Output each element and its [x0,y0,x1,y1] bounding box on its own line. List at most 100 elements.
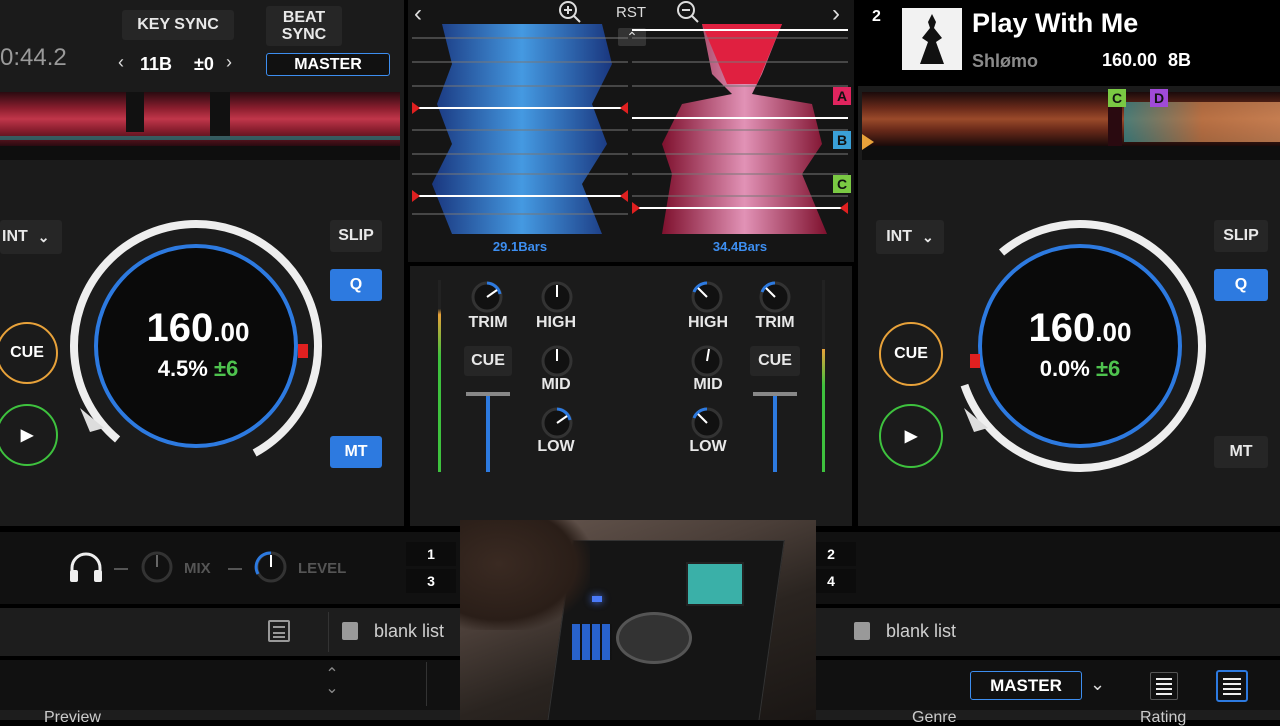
browser-master-button[interactable]: MASTER [970,671,1082,700]
level-label: LEVEL [298,560,347,577]
controller-led [592,596,602,602]
left-high-knob[interactable] [540,280,574,314]
right-int-button[interactable]: INT ⌄ [876,220,944,254]
left-mt-button[interactable]: MT [330,436,382,468]
hotcue-marker-b[interactable]: B [833,131,851,149]
left-mid-knob[interactable] [540,344,574,378]
left-bpm-decimal: .00 [213,317,250,347]
right-fader-cap [753,392,797,396]
zoom-in-icon[interactable] [558,0,582,24]
left-bpm-main: 160 [146,306,214,350]
left-waveform-gap-2 [210,92,230,136]
master-button-left[interactable]: MASTER [266,53,390,76]
left-trim-knob[interactable] [470,280,504,314]
right-high-knob[interactable] [690,280,724,314]
list-view-icon[interactable] [1150,672,1178,700]
hotcue-marker-a[interactable]: A [833,87,851,105]
left-low-label: LOW [537,438,575,455]
right-mt-button[interactable]: MT [1214,436,1268,468]
hand-shape [460,520,590,630]
level-knob[interactable] [254,550,288,584]
right-bpm-decimal: .00 [1095,317,1132,347]
mix-knob[interactable] [140,550,174,584]
right-deck-number: 2 [872,8,881,25]
right-low-label: LOW [689,438,727,455]
left-q-button[interactable]: Q [330,269,382,301]
right-pitch-display: 0.0% ±6 [1020,356,1140,382]
browser-info-icon[interactable] [268,620,290,642]
left-int-chevron-icon: ⌄ [37,228,50,245]
right-play-button[interactable]: ▶ [879,404,943,468]
right-bpm-display: 160.00 [1020,306,1140,351]
right-hotcue-d[interactable]: D [1150,89,1168,107]
right-track-bpm: 160.00 [1102,50,1158,70]
deck-button-1[interactable]: 1 [406,542,456,566]
column-rating[interactable]: Rating [1140,710,1186,726]
column-genre[interactable]: Genre [912,710,956,726]
right-waveform-bottom [862,146,1280,160]
master-dropdown-icon[interactable]: ⌄ [1090,674,1105,695]
right-list-label[interactable]: blank list [886,621,956,642]
sort-icon[interactable]: ⌃ ⌄ [322,667,342,697]
right-bars-label: 34.4Bars [712,239,768,254]
right-int-chevron-icon: ⌄ [922,228,934,245]
right-channel-fader[interactable] [753,392,797,472]
left-scroll-waveform[interactable] [412,24,628,234]
right-scroll-waveform[interactable] [632,24,848,234]
right-fader-track [773,392,777,472]
left-pitch-display: 4.5% ±6 [138,356,258,382]
left-mixer-cue-button[interactable]: CUE [464,346,512,376]
key-next-icon[interactable]: › [226,52,232,73]
left-play-icon: ▶ [20,427,34,444]
right-pitch: 0.0% [1039,356,1090,381]
left-channel-fader[interactable] [466,392,510,472]
right-trim-label: TRIM [755,314,795,331]
left-pitch: 4.5% [157,356,208,381]
left-overview-waveform[interactable] [0,92,400,146]
left-pitch-range: ±6 [213,356,239,381]
controller-jog-platter [616,612,692,664]
left-list-label[interactable]: blank list [374,621,444,642]
right-low-knob[interactable] [690,406,724,440]
left-mid-label: MID [541,376,571,393]
left-low-knob[interactable] [540,406,574,440]
left-list-icon [342,622,358,640]
right-overview-waveform[interactable] [862,92,1280,146]
left-waveform-teal [0,136,400,140]
right-track-title: Play With Me [972,8,1139,38]
controller-screen [686,562,744,606]
right-mixer-cue-button[interactable]: CUE [750,346,800,376]
right-slip-button[interactable]: SLIP [1214,220,1268,252]
headphone-icon[interactable] [68,550,104,584]
left-int-label: INT [2,228,28,245]
browser-divider-left [328,612,329,652]
right-cue-button[interactable]: CUE [879,322,943,386]
hotcue-marker-c[interactable]: C [833,175,851,193]
left-time: 0:44.2 [0,44,67,71]
beat-sync-button[interactable]: BEAT SYNC [266,6,342,46]
mix-dash-2 [228,568,242,570]
right-pitch-range: ±6 [1095,356,1121,381]
left-high-label: HIGH [536,314,576,331]
mix-dash-1 [114,568,128,570]
right-album-art [902,8,962,70]
left-fader-track [486,392,490,472]
right-trim-knob[interactable] [758,280,792,314]
column-preview[interactable]: Preview [44,710,101,726]
rst-button[interactable]: RST [616,4,646,21]
right-waveform-bright [1124,102,1280,142]
right-int-label: INT [886,228,913,245]
left-slip-button[interactable]: SLIP [330,220,382,252]
key-sync-button[interactable]: KEY SYNC [122,10,234,40]
left-key-value: 11B [140,54,173,74]
left-int-button[interactable]: INT ⌄ [0,220,62,254]
right-hotcue-c[interactable]: C [1108,89,1126,107]
deck-button-3[interactable]: 3 [406,569,456,593]
key-prev-icon[interactable]: ‹ [118,52,124,73]
left-bars-label: 29.1Bars [492,239,548,254]
mix-label: MIX [184,560,211,577]
zoom-out-icon[interactable] [676,0,700,24]
right-mid-knob[interactable] [690,344,724,378]
detail-view-icon[interactable] [1216,670,1248,702]
right-q-button[interactable]: Q [1214,269,1268,301]
